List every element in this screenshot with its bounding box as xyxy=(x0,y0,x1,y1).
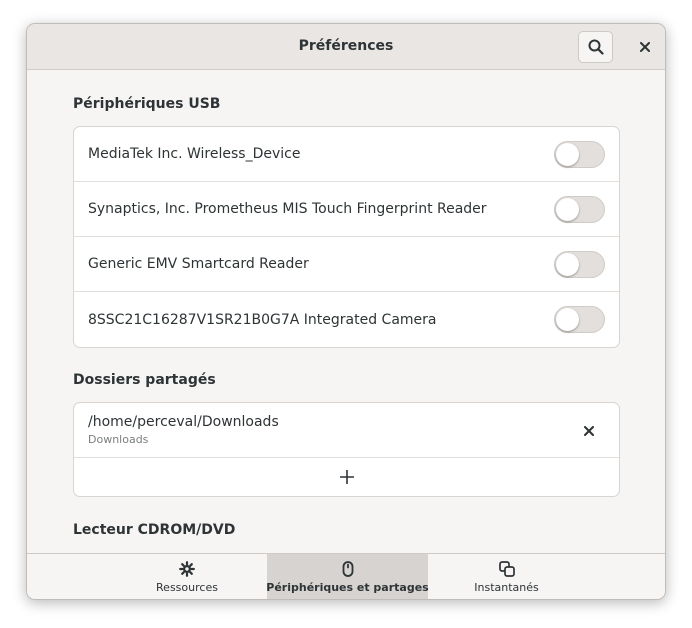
usb-device-row: 8SSC21C16287V1SR21B0G7A Integrated Camer… xyxy=(74,292,619,347)
gear-icon xyxy=(179,561,195,577)
usb-device-list: MediaTek Inc. Wireless_Device Synaptics,… xyxy=(73,126,620,348)
shared-folder-row: /home/perceval/Downloads Downloads xyxy=(74,403,619,458)
close-icon xyxy=(640,42,650,52)
usb-device-label: Synaptics, Inc. Prometheus MIS Touch Fin… xyxy=(88,201,487,217)
shared-folders-list: /home/perceval/Downloads Downloads xyxy=(73,402,620,497)
usb-device-toggle[interactable] xyxy=(554,141,605,168)
usb-device-row: Synaptics, Inc. Prometheus MIS Touch Fin… xyxy=(74,182,619,237)
plus-icon xyxy=(339,470,354,484)
preferences-content[interactable]: Périphériques USB MediaTek Inc. Wireless… xyxy=(27,71,665,553)
close-icon xyxy=(584,426,594,436)
usb-device-label: Generic EMV Smartcard Reader xyxy=(88,256,309,272)
preferences-window: Préférences Périphériques USB MediaTek I… xyxy=(26,23,666,600)
usb-section-title: Périphériques USB xyxy=(73,96,221,112)
add-folder-button[interactable] xyxy=(74,458,619,496)
usb-device-toggle[interactable] xyxy=(554,251,605,278)
usb-device-row: MediaTek Inc. Wireless_Device xyxy=(74,127,619,182)
tab-snapshots[interactable]: Instantanés xyxy=(428,554,585,599)
view-switcher-bar: Ressources Périphériques et partages Ins… xyxy=(27,553,665,599)
close-button[interactable] xyxy=(631,33,659,61)
toggle-knob xyxy=(556,198,579,221)
tab-label: Instantanés xyxy=(474,581,539,594)
usb-device-label: MediaTek Inc. Wireless_Device xyxy=(88,146,301,162)
usb-device-row: Generic EMV Smartcard Reader xyxy=(74,237,619,292)
tab-resources[interactable]: Ressources xyxy=(107,554,267,599)
snapshots-icon xyxy=(498,561,515,577)
usb-device-label: 8SSC21C16287V1SR21B0G7A Integrated Camer… xyxy=(88,311,437,328)
toggle-knob xyxy=(556,253,579,276)
cdrom-section-title: Lecteur CDROM/DVD xyxy=(73,522,236,538)
header-bar: Préférences xyxy=(27,24,665,70)
tab-devices-and-shares[interactable]: Périphériques et partages xyxy=(266,554,429,599)
search-icon xyxy=(588,39,604,55)
mouse-icon xyxy=(342,561,353,577)
tab-label: Ressources xyxy=(156,581,218,594)
toggle-knob xyxy=(556,308,579,331)
window-title: Préférences xyxy=(298,38,394,54)
toggle-knob xyxy=(556,143,579,166)
shared-folder-path: /home/perceval/Downloads xyxy=(88,414,279,430)
shared-folder-name: Downloads xyxy=(88,433,149,446)
remove-folder-button[interactable] xyxy=(579,421,599,441)
shared-folders-title: Dossiers partagés xyxy=(73,372,216,388)
search-button[interactable] xyxy=(578,31,613,63)
usb-device-toggle[interactable] xyxy=(554,306,605,333)
usb-device-toggle[interactable] xyxy=(554,196,605,223)
tab-label: Périphériques et partages xyxy=(266,581,429,594)
